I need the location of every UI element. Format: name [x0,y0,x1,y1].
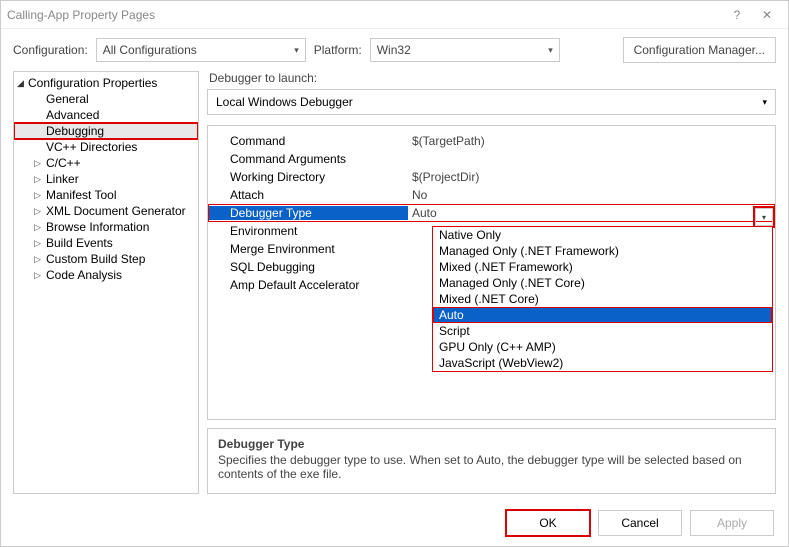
tree-item-xml-document-generator[interactable]: ▷ XML Document Generator [14,203,198,219]
debugger-launch-label: Debugger to launch: [207,71,776,89]
expand-icon: ▷ [34,206,41,217]
configuration-manager-button[interactable]: Configuration Manager... [623,37,776,63]
debugger-type-dropdown-button[interactable]: ▾ [755,208,773,226]
dropdown-option[interactable]: Native Only [433,227,772,243]
platform-label: Platform: [314,43,362,57]
expand-icon: ▷ [34,222,41,233]
tree-item-label: Linker [46,172,79,186]
property-row[interactable]: Command$(TargetPath) [208,132,775,150]
tree-item-debugging[interactable]: Debugging [14,123,198,139]
property-name: Working Directory [208,170,408,184]
tree-item-browse-information[interactable]: ▷ Browse Information [14,219,198,235]
debugger-launch-combo[interactable]: Local Windows Debugger ▾ [207,89,776,115]
expand-icon: ▷ [34,254,41,265]
cancel-button[interactable]: Cancel [598,510,682,536]
tree-item-label: XML Document Generator [46,204,186,218]
dropdown-option[interactable]: Script [433,323,772,339]
dropdown-option[interactable]: Mixed (.NET Core) [433,291,772,307]
configuration-label: Configuration: [13,43,88,57]
chevron-down-icon: ▾ [762,97,767,108]
property-name: Command Arguments [208,152,408,166]
platform-value: Win32 [377,43,411,57]
platform-combo[interactable]: Win32 ▾ [370,38,560,62]
tree-item-manifest-tool[interactable]: ▷ Manifest Tool [14,187,198,203]
description-body: Specifies the debugger type to use. When… [218,453,765,481]
dropdown-option[interactable]: Managed Only (.NET Framework) [433,243,772,259]
property-grid[interactable]: Command$(TargetPath)Command ArgumentsWor… [207,125,776,420]
window-title: Calling-App Property Pages [7,8,155,22]
property-name: Debugger Type [208,206,408,220]
tree-item-custom-build-step[interactable]: ▷ Custom Build Step [14,251,198,267]
property-name: SQL Debugging [208,260,408,274]
category-tree[interactable]: ◢ Configuration Properties General Advanc… [13,71,199,494]
debugger-launch-value: Local Windows Debugger [216,95,353,109]
apply-label: Apply [717,516,747,530]
property-value[interactable]: $(TargetPath) [408,134,775,148]
property-pages-window: Calling-App Property Pages ? ✕ Configura… [0,0,789,547]
property-value[interactable]: $(ProjectDir) [408,170,775,184]
tree-item-linker[interactable]: ▷ Linker [14,171,198,187]
description-title: Debugger Type [218,437,765,451]
expand-icon: ▷ [34,238,41,249]
dropdown-option[interactable]: Mixed (.NET Framework) [433,259,772,275]
tree-root[interactable]: ◢ Configuration Properties [14,75,198,91]
ok-button[interactable]: OK [506,510,590,536]
apply-button[interactable]: Apply [690,510,774,536]
property-row[interactable]: Debugger TypeAuto [208,204,775,222]
close-icon[interactable]: ✕ [752,4,782,26]
property-description: Debugger Type Specifies the debugger typ… [207,428,776,494]
property-name: Attach [208,188,408,202]
tree-item-label: Manifest Tool [46,188,116,202]
tree-item-advanced[interactable]: Advanced [14,107,198,123]
help-icon[interactable]: ? [722,4,752,26]
dropdown-option[interactable]: JavaScript (WebView2) [433,355,772,371]
property-value[interactable]: No [408,188,775,202]
config-bar: Configuration: All Configurations ▾ Plat… [1,29,788,71]
tree-item-label: Custom Build Step [46,252,145,266]
cancel-label: Cancel [621,516,658,530]
chevron-down-icon: ▾ [294,45,299,56]
tree-item-label: Code Analysis [46,268,122,282]
property-row[interactable]: Command Arguments [208,150,775,168]
property-name: Merge Environment [208,242,408,256]
collapse-icon: ◢ [17,78,24,89]
tree-item-general[interactable]: General [14,91,198,107]
tree-item-code-analysis[interactable]: ▷ Code Analysis [14,267,198,283]
tree-item-vc-directories[interactable]: VC++ Directories [14,139,198,155]
expand-icon: ▷ [34,190,41,201]
configuration-combo[interactable]: All Configurations ▾ [96,38,306,62]
tree-item-label: Browse Information [46,220,149,234]
property-name: Environment [208,224,408,238]
property-name: Amp Default Accelerator [208,278,408,292]
tree-item-label: VC++ Directories [46,140,137,154]
tree-item-label: Debugging [46,124,104,138]
dropdown-option[interactable]: GPU Only (C++ AMP) [433,339,772,355]
debugger-type-dropdown[interactable]: Native OnlyManaged Only (.NET Framework)… [432,226,773,372]
property-row[interactable]: Working Directory$(ProjectDir) [208,168,775,186]
dropdown-option[interactable]: Auto [433,307,772,323]
tree-item-label: Advanced [46,108,99,122]
expand-icon: ▷ [34,158,41,169]
expand-icon: ▷ [34,174,41,185]
tree-item-label: General [46,92,89,106]
tree-root-label: Configuration Properties [28,76,157,90]
ok-label: OK [539,516,556,530]
dropdown-option[interactable]: Managed Only (.NET Core) [433,275,772,291]
tree-item-label: C/C++ [46,156,81,170]
titlebar: Calling-App Property Pages ? ✕ [1,1,788,29]
expand-icon: ▷ [34,270,41,281]
tree-item-c-c-[interactable]: ▷ C/C++ [14,155,198,171]
dialog-footer: OK Cancel Apply [1,500,788,546]
property-row[interactable]: AttachNo [208,186,775,204]
property-value[interactable]: Auto [408,206,775,220]
configuration-value: All Configurations [103,43,197,57]
property-name: Command [208,134,408,148]
tree-item-build-events[interactable]: ▷ Build Events [14,235,198,251]
configuration-manager-label: Configuration Manager... [634,43,765,57]
tree-item-label: Build Events [46,236,113,250]
chevron-down-icon: ▾ [548,45,553,56]
